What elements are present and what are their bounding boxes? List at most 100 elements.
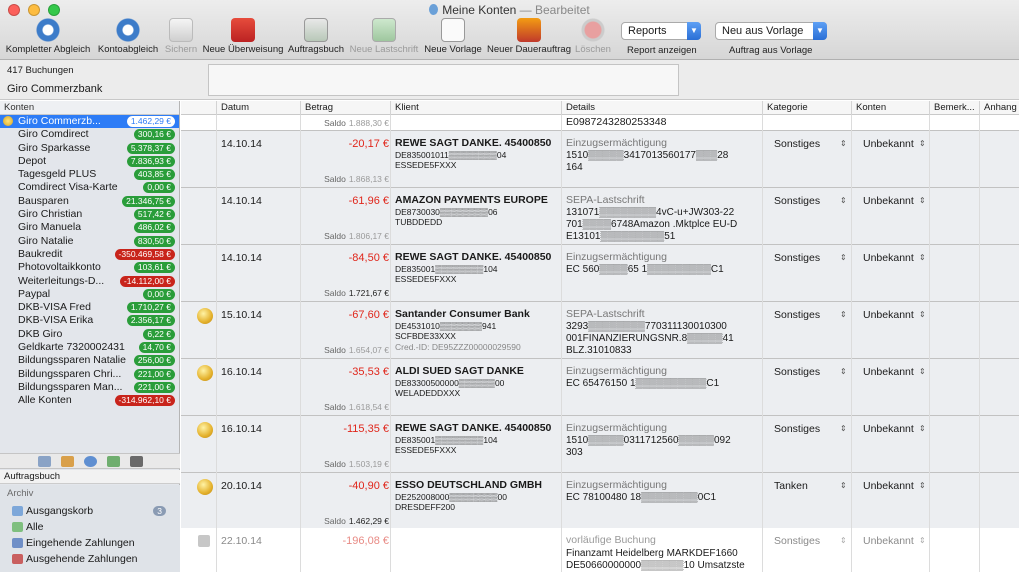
account-select[interactable]: Unbekannt [863, 480, 953, 492]
archive-item-outbox[interactable]: Ausgangskorb 3 [0, 503, 180, 519]
archive-item-outgoing[interactable]: Ausgehende Zahlungen [0, 551, 180, 567]
sidebar-account-item[interactable]: Baukredit -350.469,58 € [0, 248, 179, 261]
account-sync-button[interactable]: Kontoabgleich [97, 18, 159, 58]
sidebar-account-item[interactable]: DKB-VISA Fred 1.710,27 € [0, 301, 179, 314]
sidebar-account-item[interactable]: Bildungssparen Natalie 256,00 € [0, 354, 179, 367]
table-row[interactable]: 20.10.14 -40,90 € Saldo 1.462,29 € ESSO DEUT… [181, 473, 1019, 530]
table-row[interactable]: 14.10.14 -20,17 € Saldo 1.868,13 € REWE SAGT… [181, 131, 1019, 188]
column-date[interactable]: Datum [221, 102, 249, 113]
sync-icon [116, 18, 140, 42]
account-select[interactable]: Unbekannt [863, 535, 953, 547]
date-cell: 14.10.14 [221, 138, 262, 150]
reports-select[interactable]: Reports ▼ [621, 22, 701, 40]
client-bic: WELADEDDXXX [395, 388, 461, 398]
window-subtitle: — Bearbeitet [519, 3, 590, 17]
client-bic: SCFBDE33XXX [395, 331, 456, 341]
sidebar-account-item[interactable]: DKB-VISA Erika 2.356,17 € [0, 314, 179, 327]
archive-item-incoming[interactable]: Eingehende Zahlungen [0, 535, 180, 551]
sidebar-account-item[interactable]: Paypal 0,00 € [0, 288, 179, 301]
account-select[interactable]: Unbekannt [863, 423, 953, 435]
updown-icon: ⇕ [840, 424, 847, 433]
order-book-tab-icon[interactable] [129, 456, 143, 467]
account-select[interactable]: Unbekannt [863, 252, 953, 264]
sidebar-account-item[interactable]: Giro Manuela 486,02 € [0, 221, 179, 234]
template-icon [441, 18, 465, 42]
outbox-count-badge: 3 [153, 506, 166, 516]
amount-cell: -40,90 € [348, 480, 389, 492]
client-name: ALDI SUED SAGT DANKE [395, 365, 524, 377]
column-remarks[interactable]: Bemerk... [934, 102, 975, 113]
sidebar-account-item[interactable]: Geldkarte 7320002431 14,70 € [0, 341, 179, 354]
updown-icon: ⇕ [919, 481, 926, 490]
account-balance-badge: 0,00 € [143, 288, 175, 300]
chevron-down-icon: ▼ [813, 22, 827, 40]
client-iban: DE835001011▒▒▒▒▒▒▒▒04 [395, 150, 507, 160]
table-row[interactable]: Saldo 1.888,30 € E0987243280253348 [181, 115, 1019, 131]
delete-button[interactable]: Löschen [574, 18, 612, 58]
column-category[interactable]: Kategorie [767, 102, 808, 113]
order-book-button[interactable]: Auftragsbuch [287, 18, 345, 58]
categories-icon[interactable] [60, 456, 74, 467]
window-title: Meine Konten — Bearbeitet [0, 3, 1019, 17]
transfer-icon [231, 18, 255, 42]
details-type: Einzugsermächtigung [566, 479, 667, 491]
pie-chart-icon[interactable] [83, 456, 97, 467]
details-type: Einzugsermächtigung [566, 365, 667, 377]
account-select[interactable]: Unbekannt [863, 195, 953, 207]
sidebar: Konten Giro Commerzb... 1.462,29 € Giro Co… [0, 101, 180, 572]
sidebar-account-item[interactable]: Depot 7.836,93 € [0, 155, 179, 168]
client-bic: ESSEDE5FXXX [395, 160, 457, 170]
column-details[interactable]: Details [566, 102, 595, 113]
sidebar-account-item[interactable]: Bildungssparen Man... 221,00 € [0, 381, 179, 394]
account-name: Bildungssparen Chri... [18, 367, 122, 380]
table-row[interactable]: 16.10.14 -115,35 € Saldo 1.503,19 € REWE SAG… [181, 416, 1019, 473]
sidebar-account-item[interactable]: DKB Giro 6,22 € [0, 328, 179, 341]
table-row[interactable]: 15.10.14 -67,60 € Saldo 1.654,07 € Santander… [181, 302, 1019, 359]
sidebar-account-item[interactable]: Alle Konten -314.962,10 € [0, 394, 179, 407]
account-name: Tagesgeld PLUS [18, 168, 97, 181]
calendar-icon[interactable] [37, 456, 51, 467]
sidebar-account-item[interactable]: Tagesgeld PLUS 403,85 € [0, 168, 179, 181]
sidebar-account-item[interactable]: Weiterleitungs-D... -14.112,00 € [0, 275, 179, 288]
chart-icon[interactable] [106, 456, 120, 467]
archive-item-all[interactable]: Alle [0, 519, 180, 535]
save-button[interactable]: Sichern [163, 18, 199, 58]
details-type: Einzugsermächtigung [566, 137, 667, 149]
template-order-select[interactable]: Neu aus Vorlage ▼ [715, 22, 827, 40]
sidebar-account-item[interactable]: Giro Christian 517,42 € [0, 208, 179, 221]
new-direct-debit-button[interactable]: Neue Lastschrift [349, 18, 419, 58]
search-field[interactable] [208, 64, 679, 96]
sidebar-account-item[interactable]: Giro Commerzb... 1.462,29 € [0, 115, 179, 129]
table-row[interactable]: 16.10.14 -35,53 € Saldo 1.618,54 € ALDI SUED… [181, 359, 1019, 416]
column-accounts[interactable]: Konten [856, 102, 886, 113]
column-client[interactable]: Klient [395, 102, 419, 113]
sidebar-account-item[interactable]: Comdirect Visa-Karte 0,00 € [0, 181, 179, 194]
updown-icon: ⇕ [840, 139, 847, 148]
column-attachment[interactable]: Anhang [984, 102, 1017, 113]
details-line: BLZ.31010833 [566, 345, 632, 356]
client-name: REWE SAGT DANKE. 45400850 [395, 422, 552, 434]
column-amount[interactable]: Betrag [305, 102, 333, 113]
updown-icon: ⇕ [919, 253, 926, 262]
reports-caption: Report anzeigen [627, 45, 697, 56]
table-row-pending[interactable]: 22.10.14 -196,08 € vorläufige Buchung Fi… [181, 528, 1019, 572]
complete-sync-button[interactable]: Kompletter Abgleich [5, 18, 91, 58]
table-row[interactable]: 14.10.14 -61,96 € Saldo 1.806,17 € AMAZON PA… [181, 188, 1019, 245]
direct-debit-icon [372, 18, 396, 42]
table-row[interactable]: 14.10.14 -84,50 € Saldo 1.721,67 € REWE SAGT… [181, 245, 1019, 302]
sidebar-account-item[interactable]: Giro Natalie 830,50 € [0, 235, 179, 248]
sidebar-account-item[interactable]: Photovoltaikkonto 103,61 € [0, 261, 179, 274]
details-text: E0987243280253348 [566, 116, 667, 128]
account-select[interactable]: Unbekannt [863, 366, 953, 378]
updown-icon: ⇕ [840, 367, 847, 376]
account-select[interactable]: Unbekannt [863, 138, 953, 150]
account-balance-badge: 103,61 € [133, 262, 175, 274]
new-standing-order-button[interactable]: Neuer Dauerauftrag [487, 18, 571, 58]
sidebar-account-item[interactable]: Giro Sparkasse 5.378,37 € [0, 142, 179, 155]
sidebar-account-item[interactable]: Giro Comdirect 300,16 € [0, 128, 179, 141]
sidebar-account-item[interactable]: Bildungssparen Chri... 221,00 € [0, 368, 179, 381]
account-select[interactable]: Unbekannt [863, 309, 953, 321]
new-transfer-button[interactable]: Neue Überweisung [202, 18, 284, 58]
new-template-button[interactable]: Neue Vorlage [424, 18, 482, 58]
sidebar-account-item[interactable]: Bausparen 21.346,75 € [0, 195, 179, 208]
